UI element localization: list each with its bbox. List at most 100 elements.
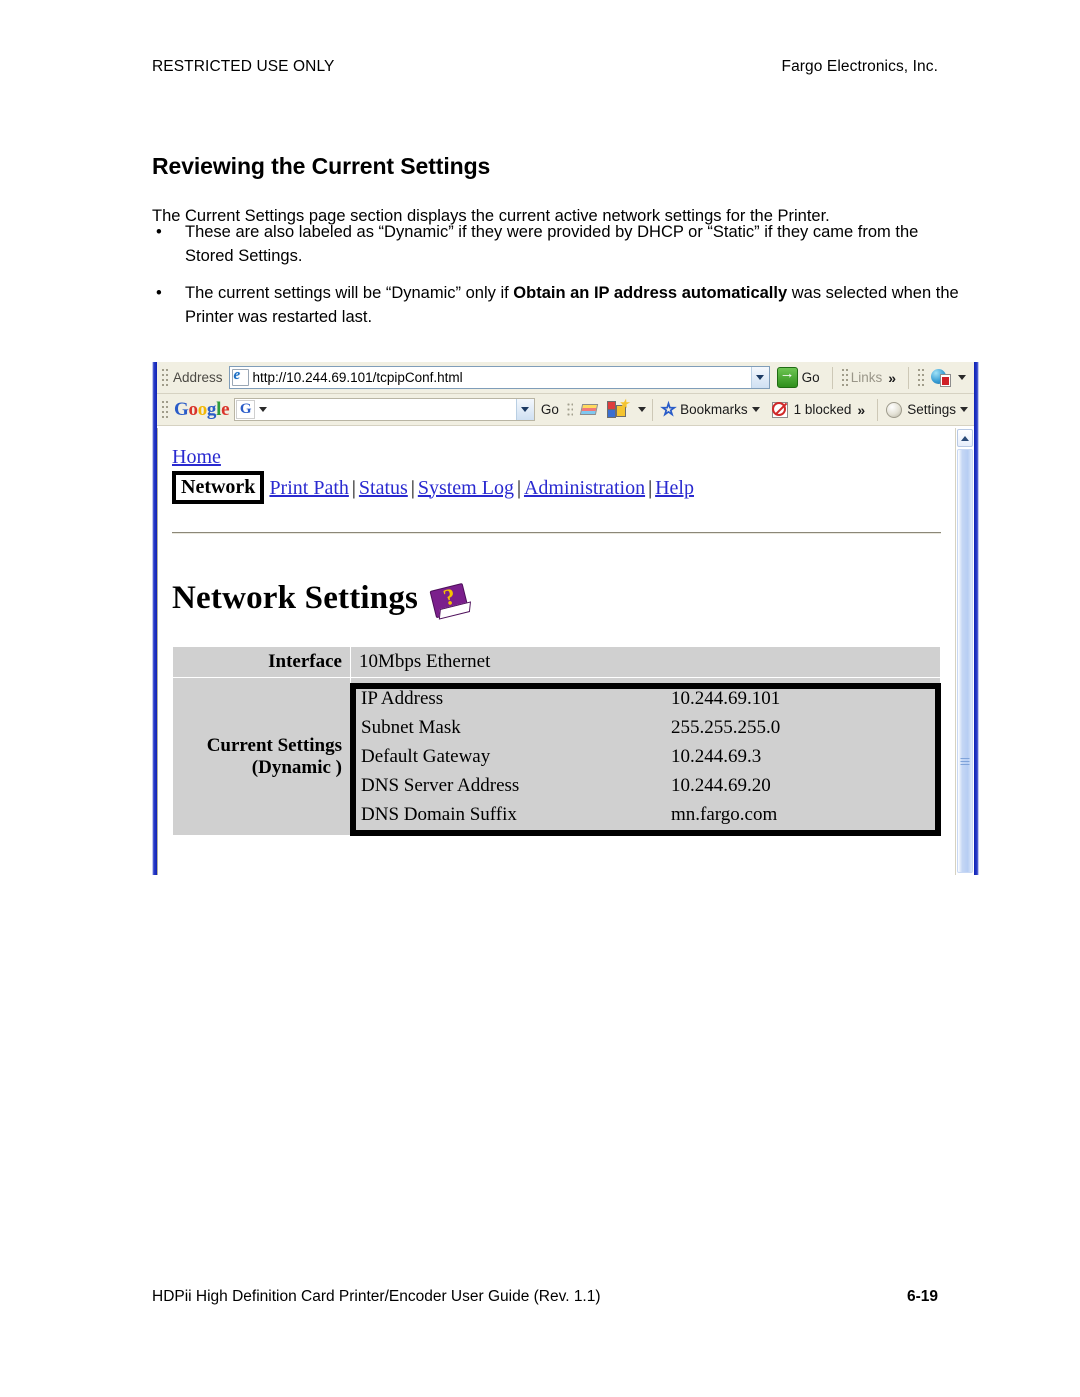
google-g-badge-icon: G <box>236 400 256 419</box>
go-button[interactable]: Go <box>776 365 820 388</box>
settings-kv-list: IP Address 10.244.69.101 Subnet Mask 255… <box>351 678 940 835</box>
interface-label: Interface <box>172 646 351 678</box>
google-toolbar: Google G Go ★ ☆ Bookmarks 1 blocked » Se… <box>157 394 974 426</box>
current-settings-sublabel: (Dynamic ) <box>251 756 342 778</box>
page-header: RESTRICTED USE ONLY Fargo Electronics, I… <box>152 58 938 76</box>
internet-explorer-icon <box>231 367 249 386</box>
network-settings-table-wrap: Interface 10Mbps Ethernet Current Settin… <box>172 646 941 836</box>
setting-value: 255.255.255.0 <box>671 717 781 738</box>
toolbar-grip-icon[interactable] <box>917 367 924 388</box>
header-left-text: RESTRICTED USE ONLY <box>152 58 335 75</box>
google-go-label[interactable]: Go <box>541 402 559 417</box>
scrollbar-thumb[interactable] <box>957 449 973 873</box>
highlighter-icon[interactable] <box>579 401 600 419</box>
bookmarks-button[interactable]: ☆ Bookmarks <box>659 399 760 420</box>
nav-link-administration[interactable]: Administration <box>524 475 645 501</box>
star-icon: ☆ <box>660 399 677 419</box>
nav-row-home: Home <box>172 444 955 470</box>
nav-link-help[interactable]: Help <box>655 475 694 501</box>
bullet-text-before: The current settings will be “Dynamic” o… <box>185 284 514 302</box>
list-item: • The current settings will be “Dynamic”… <box>152 281 962 329</box>
scrollbar-grip-icon <box>960 758 970 766</box>
table-row: Current Settings (Dynamic ) IP Address 1… <box>172 677 941 836</box>
setting-value: 10.244.69.20 <box>671 775 771 796</box>
list-item: DNS Server Address 10.244.69.20 <box>361 771 930 800</box>
current-settings-label-text: Current Settings <box>206 734 342 756</box>
page-number: 6-19 <box>906 1288 938 1305</box>
nav-link-status[interactable]: Status <box>359 475 408 501</box>
network-settings-heading: Network Settings ? <box>172 580 955 622</box>
google-logo: Google <box>174 398 230 420</box>
globe-pdf-icon[interactable] <box>931 368 951 387</box>
nav-separator: | <box>410 476 415 499</box>
list-item: IP Address 10.244.69.101 <box>361 684 930 713</box>
toolbar-divider <box>877 398 879 421</box>
links-label[interactable]: Links <box>851 370 883 385</box>
chevron-down-icon[interactable] <box>958 375 966 380</box>
list-item: Default Gateway 10.244.69.3 <box>361 742 930 771</box>
chevron-down-icon[interactable] <box>750 367 769 388</box>
chevron-down-icon[interactable] <box>751 407 760 412</box>
list-item: • These are also labeled as “Dynamic” if… <box>152 220 962 268</box>
toolbar-grip-icon[interactable] <box>161 367 168 388</box>
settings-ball-icon <box>886 401 903 418</box>
web-page-body: Home Network Print Path | Status | Syste… <box>158 428 955 875</box>
chevron-up-icon[interactable] <box>957 429 973 447</box>
go-button-label: Go <box>801 370 820 385</box>
setting-key: Default Gateway <box>361 746 491 767</box>
bullet-marker: • <box>156 223 162 241</box>
popup-blocked-icon <box>771 401 790 418</box>
header-right-text: Fargo Electronics, Inc. <box>781 58 938 75</box>
setting-key: IP Address <box>361 688 444 709</box>
toolbar-grip-icon[interactable] <box>161 399 168 420</box>
vertical-scrollbar[interactable] <box>955 428 974 875</box>
network-settings-table: Interface 10Mbps Ethernet Current Settin… <box>172 646 941 836</box>
network-settings-heading-text: Network Settings <box>172 580 419 616</box>
nav-link-print-path[interactable]: Print Path <box>269 475 348 501</box>
list-item: Subnet Mask 255.255.255.0 <box>361 713 930 742</box>
address-input[interactable]: http://10.244.69.101/tcpipConf.html <box>228 366 770 389</box>
autofill-blocks-icon[interactable]: ★ <box>606 397 630 419</box>
setting-key: DNS Server Address <box>361 775 520 796</box>
blocked-count-label: 1 blocked <box>793 402 852 417</box>
list-item: DNS Domain Suffix mn.fargo.com <box>361 800 930 829</box>
setting-key: Subnet Mask <box>361 717 461 738</box>
table-row: Interface 10Mbps Ethernet <box>172 646 941 678</box>
address-toolbar: Address http://10.244.69.101/tcpipConf.h… <box>157 362 974 394</box>
current-settings-label: Current Settings (Dynamic ) <box>172 677 351 836</box>
bullet-text: These are also labeled as “Dynamic” if t… <box>185 223 919 265</box>
bullet-marker: • <box>156 284 162 302</box>
overflow-chevron-icon[interactable]: » <box>888 370 896 386</box>
google-search-input[interactable]: G <box>234 398 535 421</box>
site-navigation: Home Network Print Path | Status | Syste… <box>172 444 955 504</box>
toolbar-grip-icon[interactable] <box>566 402 573 417</box>
bullet-text-bold: Obtain an IP address automatically <box>513 284 788 302</box>
nav-item-network-active[interactable]: Network <box>172 471 265 504</box>
nav-link-system-log[interactable]: System Log <box>418 475 514 501</box>
page-footer: HDPii High Definition Card Printer/Encod… <box>152 1288 938 1306</box>
page-title: Reviewing the Current Settings <box>152 153 491 180</box>
help-book-icon[interactable]: ? <box>427 579 477 626</box>
nav-separator: | <box>648 476 653 499</box>
horizontal-rule <box>172 532 941 534</box>
setting-value: 10.244.69.3 <box>671 746 762 767</box>
nav-separator: | <box>516 476 521 499</box>
green-arrow-go-icon <box>776 365 798 388</box>
chevron-down-icon[interactable] <box>515 399 534 420</box>
google-settings-button[interactable]: Settings <box>884 401 968 418</box>
bullet-list: • These are also labeled as “Dynamic” if… <box>152 220 962 342</box>
toolbar-grip-icon[interactable] <box>840 367 848 388</box>
settings-label: Settings <box>907 402 956 417</box>
overflow-chevron-icon[interactable]: » <box>857 402 865 418</box>
interface-value: 10Mbps Ethernet <box>350 646 941 678</box>
nav-link-home[interactable]: Home <box>172 446 221 468</box>
browser-content-area: Home Network Print Path | Status | Syste… <box>157 428 974 875</box>
footer-left-text: HDPii High Definition Card Printer/Encod… <box>152 1288 601 1305</box>
current-settings-values: IP Address 10.244.69.101 Subnet Mask 255… <box>350 677 941 836</box>
setting-value: 10.244.69.101 <box>671 688 781 709</box>
popup-blocked-button[interactable]: 1 blocked <box>771 401 852 418</box>
chevron-down-icon[interactable] <box>960 407 968 412</box>
chevron-down-icon[interactable] <box>637 407 646 412</box>
chevron-down-icon[interactable] <box>259 407 268 412</box>
setting-value: mn.fargo.com <box>671 804 778 825</box>
